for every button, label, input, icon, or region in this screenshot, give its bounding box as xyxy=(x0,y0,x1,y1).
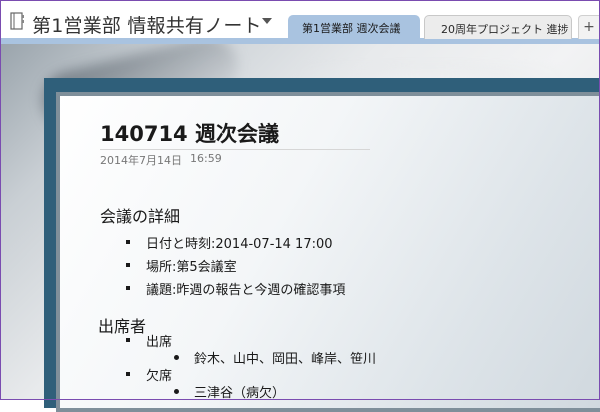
page-date: 2014年7月14日 xyxy=(100,154,182,167)
title-divider xyxy=(100,149,370,150)
list-bullet xyxy=(126,286,130,290)
attendees-heading[interactable]: 出席者 xyxy=(98,313,146,337)
attendees-present-names[interactable]: 鈴木、山中、岡田、峰岸、笹川 xyxy=(194,348,376,367)
details-heading[interactable]: 会議の詳細 xyxy=(100,203,180,227)
list-bullet xyxy=(174,389,179,394)
page-time: 16:59 xyxy=(190,152,222,165)
attendees-absent-names[interactable]: 三津谷（病欠） xyxy=(194,382,285,401)
chevron-down-icon[interactable] xyxy=(262,18,272,24)
list-bullet xyxy=(126,263,130,267)
detail-item-datetime[interactable]: 日付と時刻:2014-07-14 17:00 xyxy=(146,233,333,252)
list-bullet xyxy=(174,355,179,360)
list-bullet xyxy=(126,240,130,244)
detail-item-agenda[interactable]: 議題:昨週の報告と今週の確認事項 xyxy=(146,279,345,298)
notebook-title[interactable]: 第1営業部 情報共有ノート xyxy=(32,11,262,38)
list-bullet xyxy=(126,372,130,376)
page-title[interactable]: 140714 週次会議 xyxy=(100,118,279,148)
add-section-button[interactable]: + xyxy=(578,15,600,39)
attendees-present-label[interactable]: 出席 xyxy=(146,331,172,350)
notebook-header: 第1営業部 情報共有ノート 第1営業部 週次会議 20周年プロジェクト 進捗 + xyxy=(0,0,600,44)
tab-20th-anniversary-project[interactable]: 20周年プロジェクト 進捗 xyxy=(424,15,572,39)
tab-weekly-meeting[interactable]: 第1営業部 週次会議 xyxy=(288,15,420,39)
attendees-absent-label[interactable]: 欠席 xyxy=(146,365,172,384)
notebook-icon[interactable] xyxy=(10,12,24,30)
detail-item-location[interactable]: 場所:第5会議室 xyxy=(146,256,237,275)
list-bullet xyxy=(126,338,130,342)
